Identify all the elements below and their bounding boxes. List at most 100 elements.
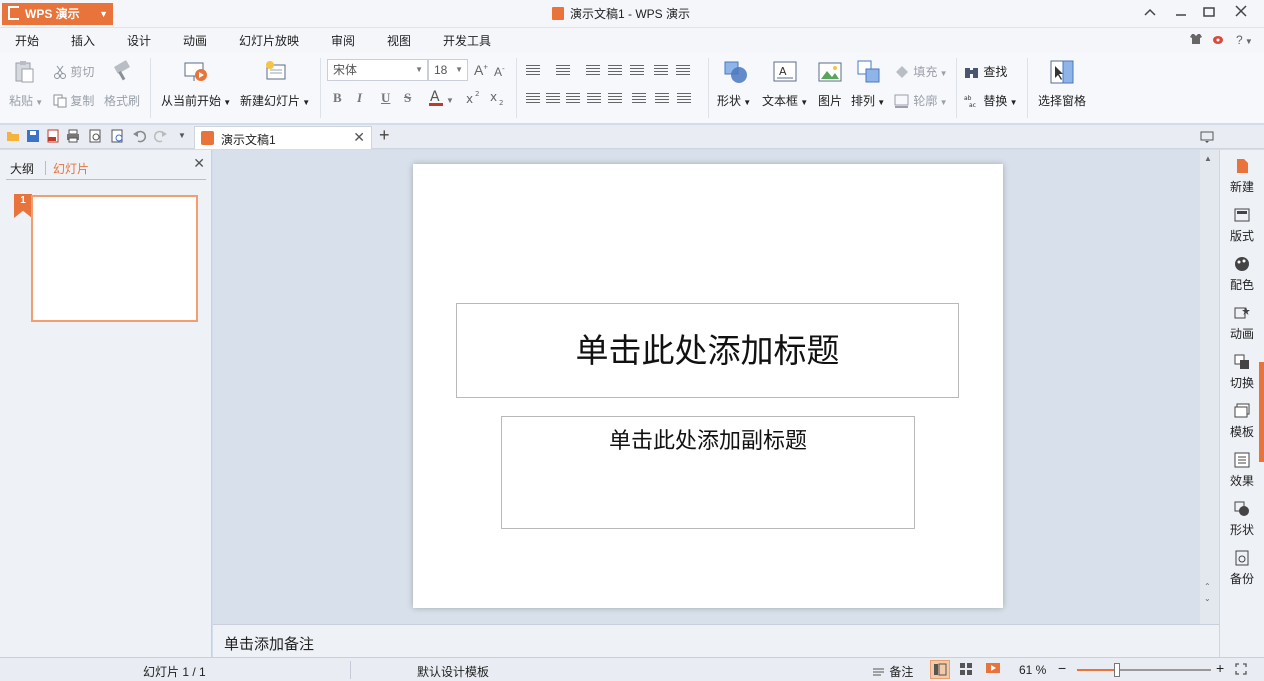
close-panel-icon[interactable]: ✕ [193,155,205,172]
grow-font-button[interactable]: A+ [474,62,488,78]
paragraph-settings-icon[interactable] [677,93,691,105]
find-button[interactable]: 查找 [964,63,1007,80]
slide-thumbnail-1[interactable] [31,195,198,322]
notes-pane[interactable]: 单击添加备注 [213,624,1219,657]
distribute-icon[interactable] [608,93,622,105]
task-effects[interactable]: 效果 [1220,452,1264,489]
align-right-icon[interactable] [566,93,580,105]
line-spacing-icon[interactable] [630,65,644,77]
app-menu-button[interactable]: WPS 演示 ▼ [2,3,113,25]
selection-pane-button[interactable]: 选择窗格 [1038,92,1086,109]
task-backup[interactable]: 备份 [1220,550,1264,587]
numbered-list-icon[interactable] [556,65,570,77]
arrange-button[interactable]: 排列 ▼ [851,92,885,109]
align-center-icon[interactable] [546,93,560,105]
task-animation[interactable]: 动画 [1220,305,1264,342]
tab-slideshow[interactable]: 幻灯片放映 [239,32,299,49]
notes-toggle-button[interactable]: 备注 [872,663,913,680]
normal-view-button[interactable] [930,660,950,679]
tab-list-icon[interactable] [1200,130,1214,144]
tab-view[interactable]: 视图 [387,32,411,49]
new-slide-button[interactable]: 新建幻灯片 ▼ [240,92,310,109]
print-preview-icon[interactable] [88,129,102,143]
play-from-current-button[interactable]: 从当前开始 ▼ [161,92,231,109]
cut-button[interactable]: 剪切 [53,63,94,80]
tab-insert[interactable]: 插入 [71,32,95,49]
subscript-button[interactable]: x2 [490,90,506,106]
task-new[interactable]: 新建 [1220,158,1264,195]
title-placeholder[interactable]: 单击此处添加标题 [456,303,959,398]
maximize-button[interactable] [1198,4,1220,22]
quick-access-dropdown[interactable]: ▼ [178,131,186,140]
tab-review[interactable]: 审阅 [331,32,355,49]
shrink-font-button[interactable]: A- [494,64,505,79]
close-window-button[interactable] [1230,4,1252,22]
redo-icon[interactable] [154,129,168,143]
align-left-icon[interactable] [526,93,540,105]
zoom-out-button[interactable]: − [1058,660,1066,676]
task-shapes[interactable]: 形状 [1220,501,1264,538]
bold-button[interactable]: B [333,90,342,106]
font-family-select[interactable]: 宋体 ▼ [327,59,428,81]
minimize-button[interactable] [1170,4,1192,22]
format-painter-button[interactable]: 格式刷 [104,92,140,109]
zoom-in-button[interactable]: + [1216,660,1224,676]
skin-button[interactable] [1189,33,1203,48]
copy-button[interactable]: 复制 [53,92,94,109]
italic-button[interactable]: I [357,90,362,106]
export-pdf-icon[interactable] [46,129,60,143]
decrease-indent-icon[interactable] [586,65,600,77]
scroll-next-page-icon[interactable]: ⌄ [1204,594,1211,603]
outline-button[interactable]: 轮廓 ▼ [894,92,948,109]
picture-button[interactable]: 图片 [818,92,842,109]
paste-button[interactable]: 粘贴 ▼ [9,92,43,109]
slide[interactable]: 单击此处添加标题 单击此处添加副标题 [413,164,1003,608]
zoom-slider-thumb[interactable] [1114,663,1121,677]
fit-window-icon[interactable] [1235,663,1247,675]
font-size-select[interactable]: 18 ▼ [428,59,468,81]
justify-icon[interactable] [587,93,601,105]
columns-icon[interactable] [654,65,668,77]
tab-developer[interactable]: 开发工具 [443,32,491,49]
text-direction-icon[interactable] [676,65,690,77]
tab-animation[interactable]: 动画 [183,32,207,49]
task-pane-expand-handle[interactable] [1259,362,1264,462]
print-icon[interactable] [66,129,80,143]
replace-button[interactable]: ab ac 替换 ▼ [964,92,1018,109]
task-color-scheme[interactable]: 配色 [1220,256,1264,293]
new-tab-button[interactable]: + [379,125,390,146]
weibo-button[interactable] [1212,33,1226,48]
collapse-ribbon-button[interactable] [1139,4,1161,22]
tab-design[interactable]: 设计 [127,32,151,49]
paragraph-spacing-icon[interactable] [655,93,669,105]
shapes-button[interactable]: 形状 ▼ [717,92,751,109]
underline-button[interactable]: U [381,90,390,106]
slideshow-view-button[interactable] [984,660,1004,679]
task-template[interactable]: 模板 [1220,403,1264,440]
task-transition[interactable]: 切换 [1220,354,1264,391]
scroll-up-icon[interactable]: ▲ [1204,154,1212,163]
spellcheck-icon[interactable] [110,129,124,143]
zoom-slider[interactable] [1077,663,1211,677]
tab-outline[interactable]: 大纲 [10,160,34,177]
zoom-level[interactable]: 61 % [1019,663,1046,677]
fill-button[interactable]: 填充 ▼ [894,63,948,80]
open-folder-icon[interactable] [6,129,20,143]
save-icon[interactable] [26,129,40,143]
subtitle-placeholder[interactable]: 单击此处添加副标题 [501,416,915,529]
task-layout[interactable]: 版式 [1220,207,1264,244]
strikethrough-button[interactable]: S [404,90,411,106]
superscript-button[interactable]: x2 [466,90,482,104]
scroll-prev-page-icon[interactable]: ⌃ [1204,582,1211,591]
close-tab-icon[interactable]: ✕ [353,129,365,146]
tab-document-1[interactable]: 演示文稿1 ✕ [194,126,372,149]
tab-slides[interactable]: 幻灯片 [53,160,89,177]
increase-indent-icon[interactable] [608,65,622,77]
font-color-button[interactable]: A ▼ [428,88,454,106]
help-button[interactable]: ? ▼ [1236,33,1253,47]
vertical-scrollbar[interactable]: ▲ ⌃ ⌄ [1200,150,1219,624]
design-template-name[interactable]: 默认设计模板 [417,663,489,680]
vertical-align-icon[interactable] [632,93,646,105]
tab-home[interactable]: 开始 [12,32,42,55]
bullet-list-icon[interactable] [526,65,540,77]
